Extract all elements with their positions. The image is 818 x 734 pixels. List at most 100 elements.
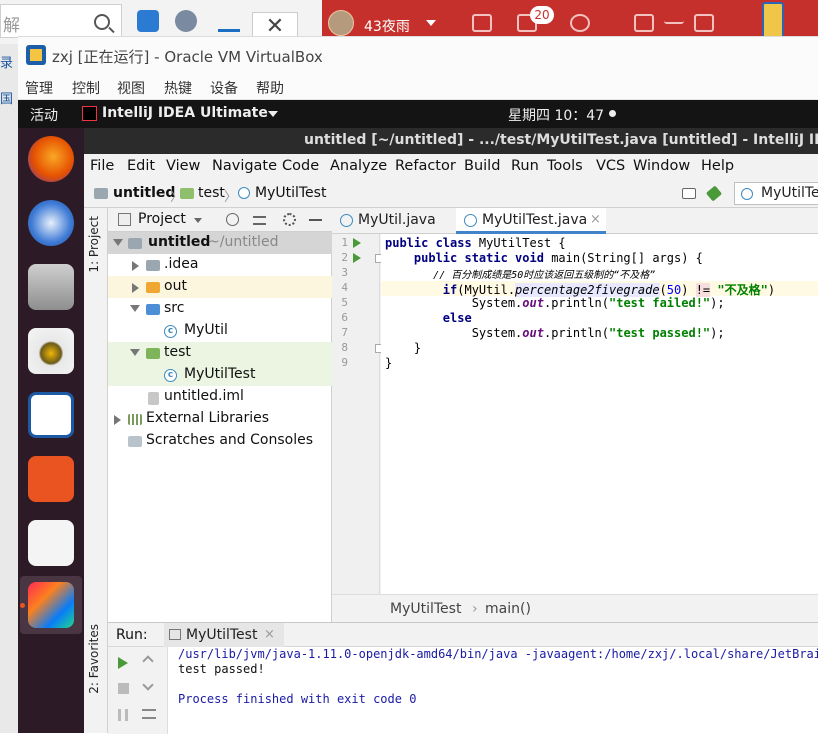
tree-root[interactable]: untitled ~/untitled: [108, 232, 332, 254]
amazon-icon[interactable]: [28, 520, 74, 566]
project-panel-title[interactable]: Project: [138, 211, 186, 227]
menu-code[interactable]: Code: [282, 158, 319, 174]
tree-item-myutiltest[interactable]: c MyUtilTest: [108, 364, 332, 386]
tree-item-scratches[interactable]: Scratches and Consoles: [108, 430, 332, 452]
menu-tools[interactable]: Tools: [547, 158, 583, 174]
files-icon[interactable]: [28, 264, 74, 310]
expand-arrow-icon[interactable]: [114, 415, 121, 425]
expand-arrow-icon[interactable]: [113, 239, 123, 246]
tree-item-src[interactable]: src: [108, 298, 332, 320]
menu-help[interactable]: Help: [701, 158, 734, 174]
vb-menu-hotkey[interactable]: 热键: [164, 78, 192, 98]
tree-item-label: MyUtilTest: [184, 366, 256, 382]
menu-build[interactable]: Build: [464, 158, 500, 174]
menu-navigate[interactable]: Navigate: [212, 158, 277, 174]
scroll-down-icon[interactable]: [142, 679, 154, 691]
tab-myutiltest[interactable]: MyUtilTest.java ×: [456, 208, 606, 234]
expand-arrow-icon[interactable]: [130, 349, 140, 356]
tree-item-test[interactable]: test: [108, 342, 332, 364]
software-icon[interactable]: [28, 456, 74, 502]
gear-icon[interactable]: [570, 14, 590, 32]
run-class-icon[interactable]: [353, 238, 361, 248]
tree-item-out[interactable]: out: [108, 276, 332, 298]
virtualbox-title: zxj [正在运行] - Oracle VM VirtualBox: [52, 48, 323, 66]
editor-breadcrumb-method[interactable]: main(): [485, 601, 531, 617]
soft-wrap-icon[interactable]: [142, 709, 156, 719]
menu-file[interactable]: File: [90, 158, 114, 174]
shirt-icon[interactable]: [472, 14, 492, 32]
search-icon[interactable]: [94, 14, 110, 30]
run-toolbar: [108, 647, 168, 734]
host-search-box[interactable]: 解: [0, 4, 122, 38]
code-editor[interactable]: public class MyUtilTest { public static …: [381, 234, 818, 594]
rhythmbox-icon[interactable]: [28, 328, 74, 374]
project-tool-tab[interactable]: 1: Project: [87, 216, 101, 273]
collapse-all-icon[interactable]: [253, 216, 266, 225]
clock[interactable]: 星期四 10：47: [508, 105, 604, 125]
scroll-up-icon[interactable]: [142, 655, 154, 667]
restore-icon[interactable]: [634, 14, 654, 32]
gear-icon[interactable]: [283, 213, 296, 226]
download-icon[interactable]: [218, 10, 240, 32]
breadcrumb-project[interactable]: untitled: [113, 185, 175, 201]
rerun-icon[interactable]: [118, 657, 128, 669]
console-output[interactable]: /usr/lib/jvm/java-1.11.0-openjdk-amd64/b…: [178, 647, 818, 734]
thunderbird-icon[interactable]: [28, 200, 74, 246]
menu-edit[interactable]: Edit: [127, 158, 155, 174]
close-tab-icon[interactable]: ×: [590, 212, 601, 227]
breadcrumb-class[interactable]: MyUtilTest: [255, 185, 326, 201]
tree-item-iml[interactable]: untitled.iml: [108, 386, 332, 408]
vb-menu-manage[interactable]: 管理: [25, 78, 53, 98]
pause-icon[interactable]: [118, 709, 128, 721]
vb-menu-control[interactable]: 控制: [72, 78, 100, 98]
expand-arrow-icon[interactable]: [130, 305, 140, 312]
run-main-icon[interactable]: [353, 253, 361, 263]
code-token: System.: [471, 326, 523, 340]
run-config-selector[interactable]: MyUtilTe: [734, 182, 818, 205]
firefox-icon[interactable]: [28, 136, 74, 182]
vb-menu-view[interactable]: 视图: [117, 78, 145, 98]
console-line: test passed!: [178, 662, 265, 676]
expand-arrow-icon[interactable]: [132, 261, 139, 271]
code-line-3: // 百分制成绩是50时应该返回五级制的“不及格”: [385, 266, 655, 281]
editor-breadcrumb-class[interactable]: MyUtilTest: [390, 601, 461, 617]
vb-menu-help[interactable]: 帮助: [256, 78, 284, 98]
project-panel-header: Project: [108, 208, 332, 232]
writer-icon[interactable]: [28, 392, 74, 438]
more-icon[interactable]: [175, 10, 197, 32]
close-icon[interactable]: [722, 14, 742, 32]
chevron-down-icon[interactable]: [194, 218, 202, 223]
stop-icon[interactable]: [118, 683, 129, 694]
vb-menu-devices[interactable]: 设备: [210, 78, 238, 98]
hide-panel-icon[interactable]: [309, 213, 322, 221]
close-tab-icon[interactable]: ×: [264, 627, 275, 642]
menu-view[interactable]: View: [166, 158, 200, 174]
menu-run[interactable]: Run: [511, 158, 539, 174]
menu-analyze[interactable]: Analyze: [330, 158, 387, 174]
console-line: /usr/lib/jvm/java-1.11.0-openjdk-amd64/b…: [178, 647, 818, 661]
tree-item-myutil[interactable]: c MyUtil: [108, 320, 332, 342]
build-hammer-icon[interactable]: [705, 185, 723, 202]
intellij-icon[interactable]: [28, 582, 74, 628]
maximize-icon[interactable]: [694, 14, 714, 32]
browser-icon[interactable]: [137, 10, 159, 32]
breadcrumb-test[interactable]: test: [198, 185, 225, 201]
run-tab[interactable]: MyUtilTest ×: [164, 623, 284, 647]
activities-button[interactable]: 活动: [30, 105, 58, 125]
favorites-tool-tab[interactable]: 2: Favorites: [87, 624, 101, 694]
locate-icon[interactable]: [226, 213, 239, 226]
minimize-icon[interactable]: [664, 14, 684, 24]
layout-icon[interactable]: [682, 188, 696, 199]
tree-item-external-libraries[interactable]: External Libraries: [108, 408, 332, 430]
menu-window[interactable]: Window: [633, 158, 690, 174]
menu-vcs[interactable]: VCS: [596, 158, 625, 174]
weather-text[interactable]: 43夜雨: [364, 16, 410, 36]
tree-item-idea[interactable]: .idea: [108, 254, 332, 276]
app-menu[interactable]: IntelliJ IDEA Ultimate: [102, 105, 268, 121]
menu-refactor[interactable]: Refactor: [395, 158, 456, 174]
tab-myutil[interactable]: MyUtil.java: [332, 208, 454, 234]
ide-titlebar: untitled [~/untitled] - .../test/MyUtilT…: [84, 128, 818, 154]
chevron-down-icon[interactable]: [426, 20, 436, 26]
expand-arrow-icon[interactable]: [132, 283, 139, 293]
chevron-down-icon[interactable]: [268, 111, 278, 117]
